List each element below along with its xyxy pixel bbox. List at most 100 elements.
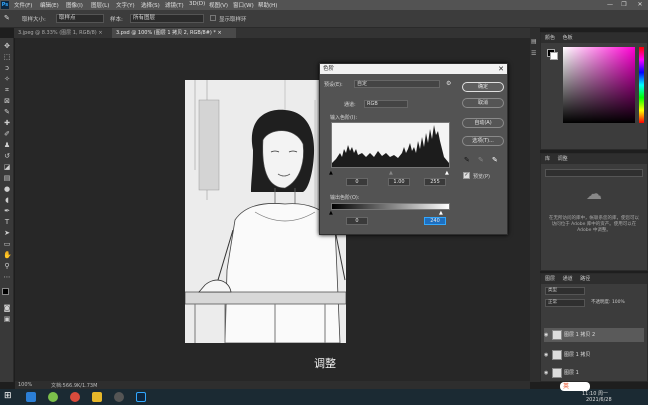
tab-swatches[interactable]: 色板: [563, 35, 573, 41]
menu-image[interactable]: 图像(I): [66, 1, 83, 9]
clock-time[interactable]: 11:10 周一: [582, 390, 608, 397]
menu-file[interactable]: 文件(F): [14, 1, 32, 9]
dialog-close-icon[interactable]: ✕: [498, 64, 504, 74]
visibility-eye-icon[interactable]: ◉: [544, 366, 550, 380]
lasso-tool-icon[interactable]: ↄ: [3, 64, 11, 72]
close-button[interactable]: ✕: [634, 0, 646, 10]
path-selection-icon[interactable]: ➤: [3, 229, 11, 237]
blend-mode-select[interactable]: 正常: [545, 299, 585, 307]
gray-point-eyedropper-icon[interactable]: ✎: [478, 156, 484, 164]
opacity-field[interactable]: 不透明度: 100%: [591, 299, 625, 305]
channel-select[interactable]: RGB: [364, 100, 408, 108]
zoom-level[interactable]: 100%: [18, 382, 32, 388]
magic-wand-icon[interactable]: ✧: [3, 75, 11, 83]
pen-tool-icon[interactable]: ✒: [3, 207, 11, 215]
tab-3-jpeg[interactable]: 3.jpeg @ 8.33% (图层 1, RGB/8) ×: [14, 28, 110, 38]
maximize-button[interactable]: ❐: [618, 0, 630, 10]
clock-date[interactable]: 2021/6/28: [586, 397, 612, 403]
menu-edit[interactable]: 编辑(E): [40, 1, 59, 9]
background-color-chip[interactable]: [550, 52, 558, 60]
menu-view[interactable]: 视图(V): [209, 1, 228, 9]
tab-layers[interactable]: 图层: [545, 276, 555, 282]
layer-row[interactable]: ◉ 图层 1 拷贝: [544, 348, 644, 362]
history-brush-icon[interactable]: ↺: [3, 152, 11, 160]
hue-slider[interactable]: [639, 47, 644, 123]
app-icon[interactable]: [114, 392, 124, 402]
eyedropper-icon[interactable]: ✎: [4, 14, 13, 23]
input-gamma-field[interactable]: 1.00: [388, 178, 410, 186]
layer-row[interactable]: ◉ 图层 1: [544, 366, 644, 380]
app-icon[interactable]: [48, 392, 58, 402]
output-black-field[interactable]: 0: [346, 217, 368, 225]
options-button[interactable]: 选项(T)...: [462, 136, 504, 146]
edge-browser-icon[interactable]: [26, 392, 36, 402]
tab-color[interactable]: 颜色: [545, 35, 555, 41]
menu-filter[interactable]: 滤镜(T): [165, 1, 184, 9]
output-white-field[interactable]: 240: [424, 217, 446, 225]
tab-adjustments[interactable]: 调整: [558, 156, 568, 162]
hand-tool-icon[interactable]: ✋: [3, 251, 12, 259]
menu-select[interactable]: 选择(S): [141, 1, 160, 9]
output-black-handle[interactable]: ▲: [329, 210, 333, 216]
properties-panel-icon[interactable]: ☰: [531, 50, 536, 57]
chrome-icon[interactable]: [70, 392, 80, 402]
input-white-field[interactable]: 255: [424, 178, 446, 186]
eyedropper-tool-icon[interactable]: ✎: [3, 108, 11, 116]
tab-3-psd[interactable]: 3.psd @ 100% (图层 1 拷贝 2, RGB/8#) * ×: [112, 28, 236, 38]
clone-stamp-icon[interactable]: ♟: [3, 141, 11, 149]
eraser-tool-icon[interactable]: ◪: [3, 163, 11, 171]
blur-tool-icon[interactable]: ●: [3, 185, 11, 193]
visibility-eye-icon[interactable]: ◉: [544, 348, 550, 362]
rectangle-tool-icon[interactable]: ▭: [3, 240, 11, 248]
preset-select[interactable]: 自定: [354, 80, 440, 88]
quick-mask-icon[interactable]: ◙: [3, 304, 11, 312]
tab-channels[interactable]: 通道: [563, 276, 573, 282]
minimize-button[interactable]: —: [604, 0, 616, 10]
menu-layer[interactable]: 图层(L): [91, 1, 109, 9]
frame-tool-icon[interactable]: ⊠: [3, 97, 11, 105]
preset-options-gear-icon[interactable]: ⚙: [446, 80, 451, 87]
cancel-button[interactable]: 取消: [462, 98, 504, 108]
history-panel-icon[interactable]: ▤: [531, 38, 537, 45]
input-white-handle[interactable]: ▲: [445, 170, 449, 176]
start-windows-icon[interactable]: ⊞: [4, 391, 12, 401]
gradient-tool-icon[interactable]: ▤: [3, 174, 11, 182]
zoom-tool-icon[interactable]: ⚲: [3, 262, 11, 270]
auto-button[interactable]: 自动(A): [462, 118, 504, 128]
input-black-field[interactable]: 0: [346, 178, 368, 186]
tab-paths[interactable]: 路径: [580, 276, 590, 282]
white-point-eyedropper-icon[interactable]: ✎: [492, 156, 498, 164]
visibility-eye-icon[interactable]: ◉: [544, 328, 550, 342]
more-tools-icon[interactable]: ⋯: [3, 273, 11, 281]
input-black-handle[interactable]: ▲: [329, 170, 333, 176]
sample-size-select[interactable]: 取样点: [56, 14, 104, 23]
layer-kind-filter[interactable]: 类型: [545, 287, 585, 295]
layer-row[interactable]: ◉ 图层 1 拷贝 2: [544, 328, 644, 342]
output-white-handle[interactable]: ▲: [439, 210, 443, 216]
sample-select[interactable]: 所有图层: [130, 14, 204, 23]
crop-tool-icon[interactable]: ⌗: [3, 86, 11, 94]
preview-checkbox[interactable]: ✓: [463, 172, 470, 179]
foreground-color-swatch[interactable]: [2, 288, 9, 295]
color-field[interactable]: [563, 47, 635, 123]
type-tool-icon[interactable]: T: [3, 218, 11, 226]
input-gamma-handle[interactable]: ▲: [389, 170, 393, 176]
dialog-title-bar[interactable]: 色阶: [320, 64, 507, 74]
show-ring-checkbox[interactable]: [210, 15, 216, 21]
menu-window[interactable]: 窗口(W): [233, 1, 254, 9]
tab-libraries[interactable]: 库: [545, 156, 550, 162]
photoshop-taskbar-icon[interactable]: [136, 392, 146, 402]
menu-help[interactable]: 帮助(H): [258, 1, 277, 9]
black-point-eyedropper-icon[interactable]: ✎: [464, 156, 470, 164]
menu-3d[interactable]: 3D(D): [189, 1, 205, 7]
marquee-tool-icon[interactable]: ⬚: [3, 53, 11, 61]
menu-type[interactable]: 文字(Y): [116, 1, 135, 9]
screen-mode-icon[interactable]: ▣: [3, 315, 11, 323]
healing-brush-icon[interactable]: ✚: [3, 119, 11, 127]
move-tool-icon[interactable]: ✥: [3, 42, 11, 50]
brush-tool-icon[interactable]: ✐: [3, 130, 11, 138]
library-search-input[interactable]: [545, 169, 643, 177]
file-explorer-icon[interactable]: [92, 392, 102, 402]
dodge-tool-icon[interactable]: ◖: [3, 196, 11, 204]
ok-button[interactable]: 确定: [462, 82, 504, 92]
